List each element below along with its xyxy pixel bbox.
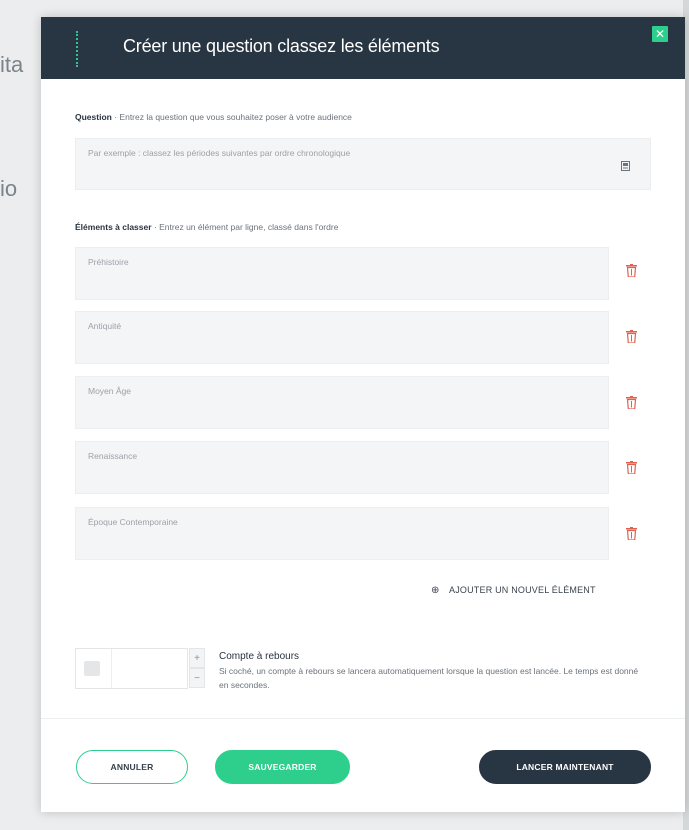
background-title-fragment: ita xyxy=(0,52,24,77)
question-input[interactable]: Par exemple : classez les périodes suiva… xyxy=(75,138,651,190)
trash-icon[interactable] xyxy=(626,330,637,343)
elements-label-row: Éléments à classer · Entrez un élément p… xyxy=(75,222,338,232)
question-label: Question xyxy=(75,112,112,122)
trash-icon[interactable] xyxy=(626,527,637,540)
timer-divider xyxy=(111,649,112,688)
stepper-minus-icon[interactable]: − xyxy=(189,668,205,688)
create-ranking-question-modal: Créer une question classez les éléments … xyxy=(41,17,685,812)
element-text: Renaissance xyxy=(88,451,138,461)
trash-icon[interactable] xyxy=(626,264,637,277)
trash-icon[interactable] xyxy=(626,461,637,474)
element-text: Moyen Âge xyxy=(88,386,131,396)
header-accent xyxy=(76,31,80,67)
element-input-3[interactable]: Moyen Âge xyxy=(75,376,609,429)
timer-checkbox[interactable] xyxy=(84,661,100,676)
plus-icon: ⊕ xyxy=(431,585,440,596)
element-input-4[interactable]: Renaissance xyxy=(75,441,609,494)
timer-stepper[interactable]: + − xyxy=(189,648,205,689)
timer-description: Si coché, un compte à rebours se lancera… xyxy=(219,666,639,690)
element-input-2[interactable]: Antiquité xyxy=(75,311,609,364)
modal-header: Créer une question classez les éléments … xyxy=(41,17,685,79)
element-text: Préhistoire xyxy=(88,257,129,267)
modal-title: Créer une question classez les éléments xyxy=(123,36,440,56)
element-text: Époque Contemporaine xyxy=(88,517,178,527)
save-button[interactable]: SAUVEGARDER xyxy=(215,750,350,784)
background-subtitle-fragment: io xyxy=(0,176,18,201)
question-placeholder: Par exemple : classez les périodes suiva… xyxy=(88,148,351,158)
question-hint: · Entrez la question que vous souhaitez … xyxy=(114,112,352,122)
add-element-label: AJOUTER UN NOUVEL ÉLÉMENT xyxy=(449,585,596,595)
element-text: Antiquité xyxy=(88,321,122,331)
cancel-button[interactable]: ANNULER xyxy=(76,750,188,784)
close-icon[interactable]: ✕ xyxy=(652,26,668,42)
image-icon[interactable] xyxy=(621,161,630,171)
trash-icon[interactable] xyxy=(626,396,637,409)
footer-divider xyxy=(41,718,685,719)
add-element-button[interactable]: ⊕ AJOUTER UN NOUVEL ÉLÉMENT xyxy=(431,585,596,596)
stepper-plus-icon[interactable]: + xyxy=(189,648,205,668)
timer-title: Compte à rebours xyxy=(219,651,300,662)
question-label-row: Question · Entrez la question que vous s… xyxy=(75,112,352,122)
element-input-5[interactable]: Époque Contemporaine xyxy=(75,507,609,560)
element-input-1[interactable]: Préhistoire xyxy=(75,247,609,300)
elements-label: Éléments à classer xyxy=(75,222,152,232)
launch-now-button[interactable]: LANCER MAINTENANT xyxy=(479,750,651,784)
timer-input[interactable] xyxy=(75,648,188,689)
elements-hint: · Entrez un élément par ligne, classé da… xyxy=(153,222,339,232)
